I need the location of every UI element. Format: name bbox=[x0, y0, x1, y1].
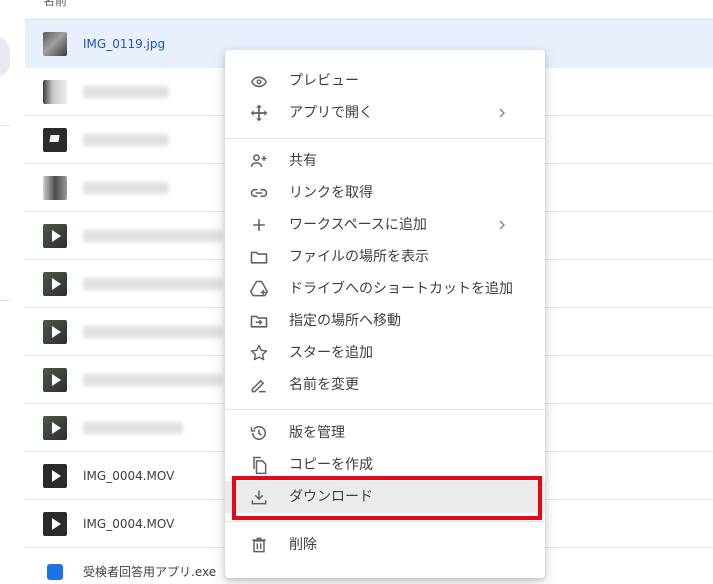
redacted-file-name bbox=[83, 230, 223, 242]
folder-move-icon bbox=[249, 311, 269, 331]
menu-item-label: 共有 bbox=[289, 153, 317, 169]
menu-item-label: アプリで開く bbox=[289, 105, 373, 121]
menu-item-label: ドライブへのショートカットを追加 bbox=[289, 281, 513, 297]
redacted-file-name bbox=[83, 134, 169, 146]
menu-item-share[interactable]: 共有 bbox=[225, 145, 545, 177]
move-icon bbox=[249, 103, 269, 123]
image-thumbnail bbox=[43, 176, 67, 200]
menu-item-label: スターを追加 bbox=[289, 345, 373, 361]
menu-item-label: 名前を変更 bbox=[289, 377, 359, 393]
file-name: IMG_0004.MOV bbox=[83, 517, 175, 531]
file-name: IMG_0004.MOV bbox=[83, 469, 175, 483]
star-icon bbox=[249, 343, 269, 363]
menu-divider bbox=[225, 521, 545, 522]
history-icon bbox=[249, 423, 269, 443]
menu-item-add-workspace[interactable]: ワークスペースに追加 bbox=[225, 209, 545, 241]
video-thumbnail-icon bbox=[43, 416, 67, 440]
redacted-file-name bbox=[83, 422, 183, 434]
video-thumbnail-icon bbox=[43, 224, 67, 248]
menu-item-show-location[interactable]: ファイルの場所を表示 bbox=[225, 241, 545, 273]
redacted-file-name bbox=[83, 326, 223, 338]
menu-item-label: ファイルの場所を表示 bbox=[289, 249, 429, 265]
menu-item-make-copy[interactable]: コピーを作成 bbox=[225, 449, 545, 481]
video-thumbnail-icon bbox=[43, 464, 67, 488]
name-column-header[interactable]: 名前 bbox=[43, 0, 67, 9]
menu-item-label: コピーを作成 bbox=[289, 457, 373, 473]
eye-icon bbox=[249, 71, 269, 91]
menu-item-label: ワークスペースに追加 bbox=[289, 217, 427, 233]
menu-item-get-link[interactable]: リンクを取得 bbox=[225, 177, 545, 209]
video-thumbnail-icon bbox=[43, 512, 67, 536]
sidebar-divider bbox=[0, 125, 10, 126]
video-thumbnail-icon bbox=[43, 320, 67, 344]
menu-item-add-star[interactable]: スターを追加 bbox=[225, 337, 545, 369]
menu-item-label: リンクを取得 bbox=[289, 185, 373, 201]
pencil-icon bbox=[249, 375, 269, 395]
drive-shortcut-icon bbox=[249, 279, 269, 299]
menu-item-open-with[interactable]: アプリで開く bbox=[225, 97, 545, 129]
link-icon bbox=[249, 183, 269, 203]
sidebar-active-indicator[interactable] bbox=[0, 37, 10, 77]
person-add-icon bbox=[249, 151, 269, 171]
menu-item-delete[interactable]: 削除 bbox=[225, 529, 545, 561]
menu-item-label: ダウンロード bbox=[289, 489, 373, 505]
copy-icon bbox=[249, 455, 269, 475]
redacted-file-name bbox=[83, 86, 169, 98]
file-name: IMG_0119.jpg bbox=[83, 37, 166, 51]
redacted-file-name bbox=[83, 182, 169, 194]
image-thumbnail bbox=[43, 32, 67, 56]
menu-divider bbox=[225, 409, 545, 410]
redacted-file-name bbox=[83, 374, 223, 386]
sidebar-divider bbox=[0, 300, 10, 301]
menu-item-label: 指定の場所へ移動 bbox=[289, 313, 401, 329]
menu-item-label: プレビュー bbox=[289, 73, 359, 89]
plus-icon bbox=[249, 215, 269, 235]
video-thumbnail-icon bbox=[43, 272, 67, 296]
menu-item-preview[interactable]: プレビュー bbox=[225, 65, 545, 97]
chevron-right-icon bbox=[496, 105, 508, 121]
image-thumbnail bbox=[43, 128, 67, 152]
menu-item-label: 版を管理 bbox=[289, 425, 345, 441]
trash-icon bbox=[249, 535, 269, 555]
video-thumbnail-icon bbox=[43, 368, 67, 392]
menu-item-download[interactable]: ダウンロード bbox=[225, 481, 545, 513]
menu-item-label: 削除 bbox=[289, 537, 317, 553]
app-file-icon bbox=[47, 564, 63, 580]
redacted-file-name bbox=[83, 278, 223, 290]
context-menu: プレビュー アプリで開く 共有 リンクを取得 ワークスペースに追加 ファイルの場… bbox=[225, 50, 545, 578]
download-icon bbox=[249, 487, 269, 507]
folder-icon bbox=[249, 247, 269, 267]
menu-item-manage-versions[interactable]: 版を管理 bbox=[225, 417, 545, 449]
menu-item-add-shortcut[interactable]: ドライブへのショートカットを追加 bbox=[225, 273, 545, 305]
file-name: 受検者回答用アプリ.exe bbox=[83, 565, 217, 579]
menu-divider bbox=[225, 138, 545, 139]
image-thumbnail bbox=[43, 80, 67, 104]
chevron-right-icon bbox=[496, 217, 508, 233]
menu-item-move-to[interactable]: 指定の場所へ移動 bbox=[225, 305, 545, 337]
menu-item-rename[interactable]: 名前を変更 bbox=[225, 369, 545, 401]
